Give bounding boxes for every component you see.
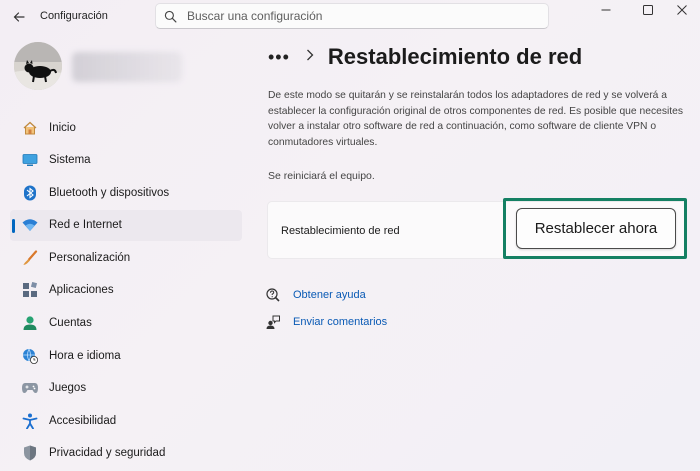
restart-note: Se reiniciará el equipo. — [268, 170, 375, 182]
feedback-link-row[interactable]: Enviar comentarios — [266, 315, 387, 329]
reset-now-button[interactable]: Restablecer ahora — [516, 208, 676, 249]
bluetooth-icon — [21, 184, 39, 202]
close-button[interactable] — [660, 0, 700, 20]
close-icon — [677, 5, 687, 15]
sidebar-item-label: Bluetooth y dispositivos — [49, 186, 170, 199]
card-label: Restablecimiento de red — [281, 225, 400, 237]
sidebar-item-label: Cuentas — [49, 317, 92, 330]
sidebar-item-aplicaciones[interactable]: Aplicaciones — [10, 275, 242, 306]
sidebar-item-label: Privacidad y seguridad — [49, 447, 166, 460]
cat-photo-icon — [14, 42, 62, 90]
feedback-link[interactable]: Enviar comentarios — [293, 316, 387, 328]
app-title: Configuración — [40, 10, 108, 22]
accessibility-icon — [21, 412, 39, 430]
sidebar-item-cuentas[interactable]: Cuentas — [10, 308, 242, 339]
maximize-icon — [643, 5, 653, 15]
sidebar-item-label: Red e Internet — [49, 219, 122, 232]
sidebar-item-red-internet[interactable]: Red e Internet — [10, 209, 242, 241]
search-icon — [164, 10, 177, 22]
sidebar-item-sistema[interactable]: Sistema — [10, 145, 242, 176]
system-icon — [21, 151, 39, 169]
sidebar: Inicio Sistema Bluetooth y dispositivos … — [10, 112, 242, 471]
sidebar-item-label: Sistema — [49, 154, 91, 167]
avatar[interactable] — [14, 42, 62, 90]
sidebar-item-label: Aplicaciones — [49, 284, 114, 297]
page-title: Restablecimiento de red — [327, 44, 583, 69]
sidebar-item-hora-idioma[interactable]: Hora e idioma — [10, 340, 242, 371]
sidebar-item-bluetooth[interactable]: Bluetooth y dispositivos — [10, 177, 242, 208]
globe-clock-icon — [21, 347, 39, 365]
minimize-button[interactable] — [584, 0, 628, 20]
home-icon — [21, 119, 39, 137]
apps-icon — [21, 281, 39, 299]
sidebar-item-privacidad[interactable]: Privacidad y seguridad — [10, 438, 242, 469]
sidebar-item-juegos[interactable]: Juegos — [10, 373, 242, 404]
person-icon — [21, 314, 39, 332]
feedback-icon — [266, 315, 280, 329]
profile-name-blurred — [72, 52, 182, 82]
sidebar-item-inicio[interactable]: Inicio — [10, 112, 242, 143]
sidebar-item-label: Hora e idioma — [49, 349, 121, 362]
sidebar-item-label: Personalización — [49, 251, 131, 264]
breadcrumb: ••• Restablecimiento de red — [268, 44, 582, 70]
help-link[interactable]: Obtener ayuda — [293, 289, 366, 301]
sidebar-item-personalizacion[interactable]: Personalización — [10, 242, 242, 273]
brush-icon — [21, 249, 39, 267]
minimize-icon — [601, 9, 611, 11]
arrow-left-icon — [13, 12, 25, 22]
shield-icon — [21, 444, 39, 462]
sidebar-item-label: Inicio — [49, 121, 76, 134]
breadcrumb-overflow-button[interactable]: ••• — [268, 47, 290, 68]
gamepad-icon — [21, 379, 39, 397]
active-indicator — [12, 218, 15, 233]
description-text: De este modo se quitarán y se reinstalar… — [268, 90, 683, 148]
chevron-right-icon — [306, 48, 314, 66]
sidebar-item-label: Juegos — [49, 382, 87, 395]
search-box[interactable] — [155, 3, 549, 29]
search-input[interactable] — [187, 9, 517, 23]
help-link-row[interactable]: Obtener ayuda — [266, 288, 366, 302]
help-icon — [266, 288, 280, 302]
back-button[interactable] — [8, 6, 30, 28]
title-bar: Configuración — [0, 0, 700, 34]
sidebar-item-accesibilidad[interactable]: Accesibilidad — [10, 405, 242, 436]
sidebar-item-label: Accesibilidad — [49, 414, 117, 427]
wifi-icon — [21, 216, 39, 234]
